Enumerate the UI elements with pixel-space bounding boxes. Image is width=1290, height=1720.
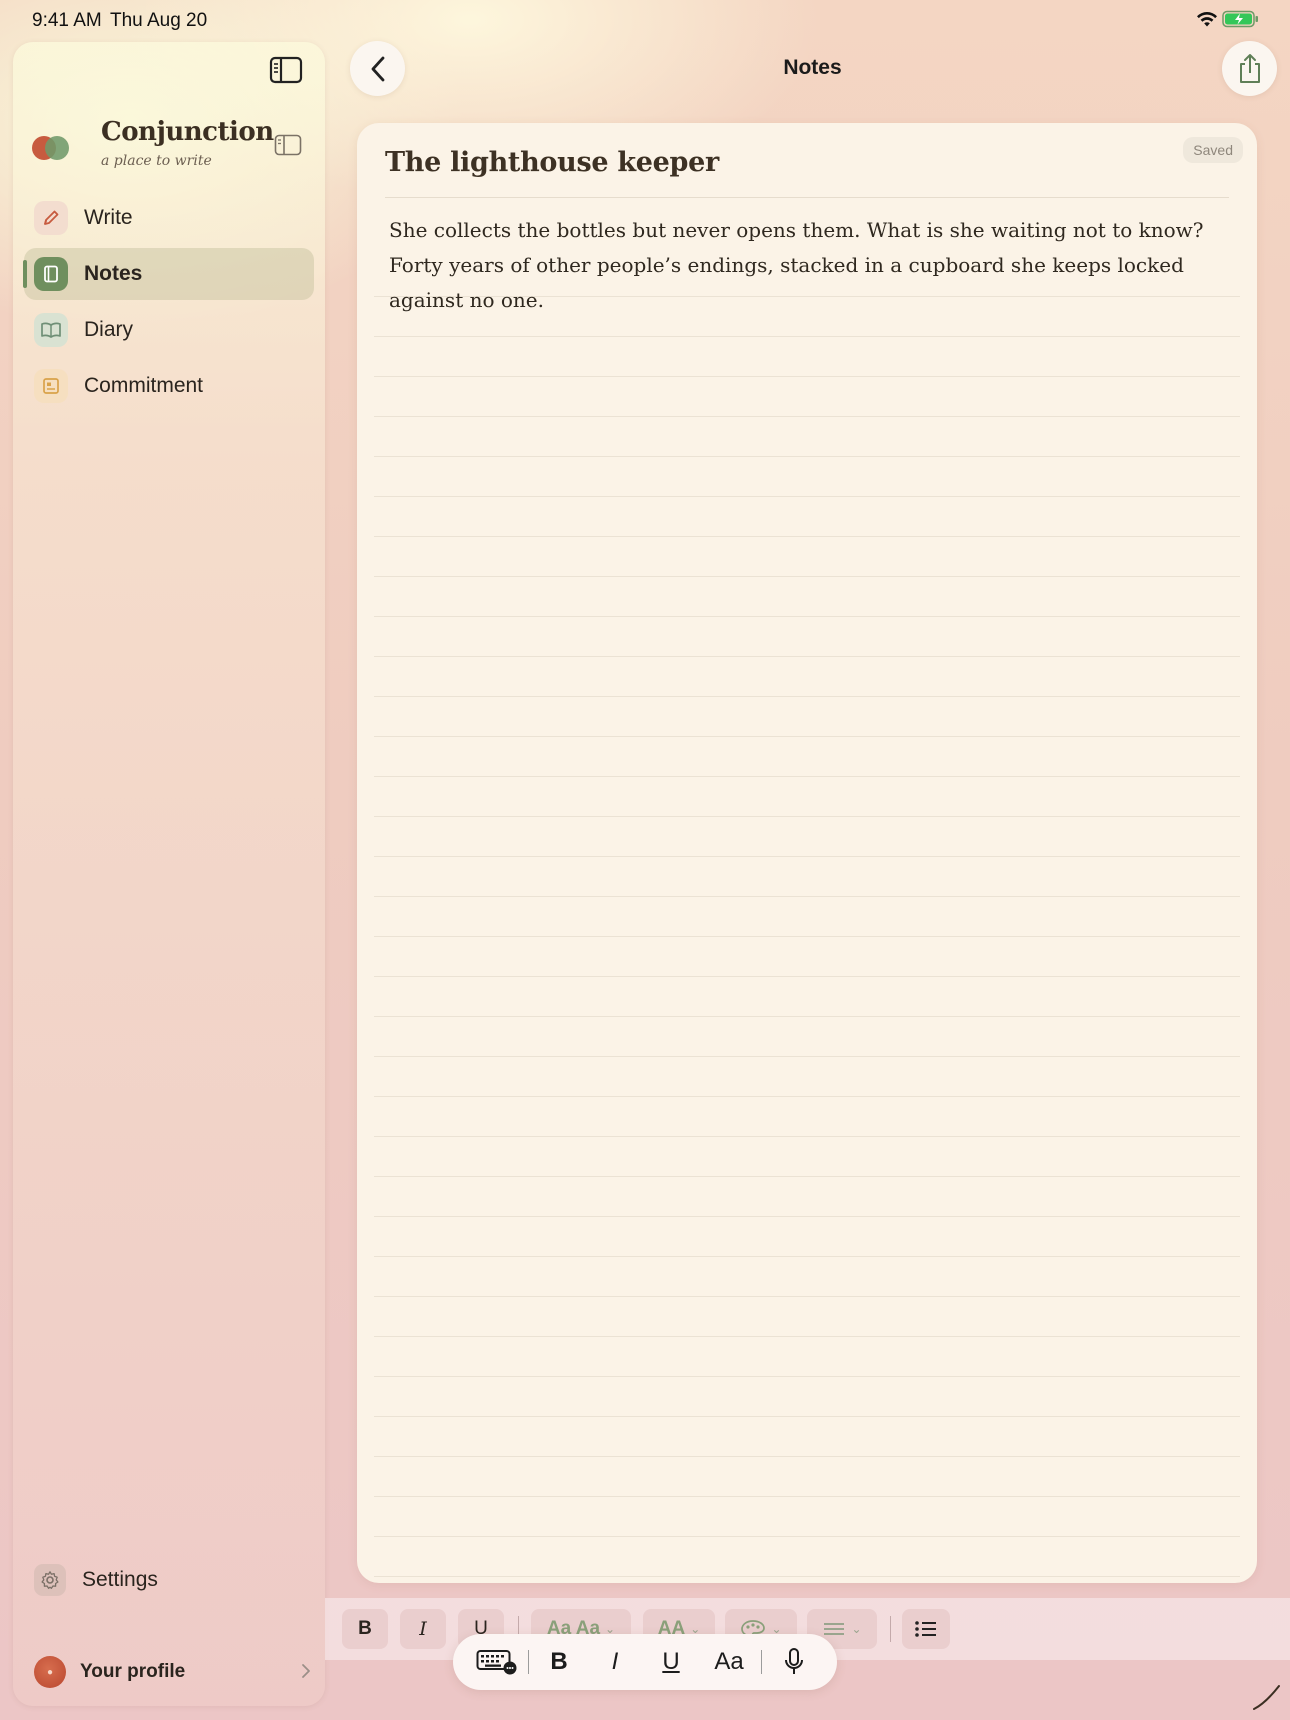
sidebar: Conjunction a place to write Write Notes… — [13, 42, 325, 1706]
chevron-left-icon — [371, 56, 384, 81]
italic-button[interactable]: I — [400, 1609, 446, 1649]
italic-shortcut-button[interactable]: I — [589, 1634, 641, 1690]
underline-shortcut-button[interactable]: U — [645, 1634, 697, 1690]
open-book-icon — [34, 313, 68, 347]
scribble-icon[interactable] — [1252, 1682, 1282, 1712]
brand-logo-icon — [32, 136, 69, 160]
sidebar-item-notes[interactable]: Notes — [23, 248, 314, 300]
bullet-list-icon — [915, 1621, 936, 1637]
brand: Conjunction a place to write — [31, 117, 311, 187]
sidebar-toggle-icon[interactable] — [269, 56, 303, 84]
keyboard-button[interactable] — [473, 1634, 521, 1690]
settings-button[interactable]: Settings — [34, 1560, 314, 1600]
toolbar-divider — [528, 1650, 529, 1674]
share-button[interactable] — [1222, 41, 1277, 96]
brand-tagline: a place to write — [101, 153, 212, 169]
sidebar-nav: Write Notes Diary Commitment — [23, 192, 314, 416]
note-title-input[interactable]: The lighthouse keeper — [385, 147, 719, 178]
text-style-shortcut-button[interactable]: Aa — [701, 1634, 757, 1690]
battery-charging-icon — [1222, 10, 1258, 28]
status-bar: 9:41 AM Thu Aug 20 — [0, 0, 1290, 40]
sidebar-item-label: Notes — [84, 262, 143, 285]
sidebar-item-label: Diary — [84, 318, 134, 341]
dictation-button[interactable] — [769, 1634, 819, 1690]
title-divider — [385, 197, 1229, 198]
back-button[interactable] — [350, 41, 405, 96]
status-time: 9:41 AM — [32, 10, 102, 31]
note-body-textarea[interactable]: She collects the bottles but never opens… — [389, 213, 1239, 318]
saved-status-badge: Saved — [1183, 137, 1243, 163]
profile-button[interactable]: ● Your profile — [34, 1651, 319, 1693]
share-icon — [1239, 53, 1260, 83]
microphone-icon — [785, 1648, 803, 1674]
sidebar-item-write[interactable]: Write — [24, 192, 314, 244]
sidebar-item-commitment[interactable]: Commitment — [24, 360, 314, 412]
pencil-icon — [34, 201, 68, 235]
status-date: Thu Aug 20 — [110, 10, 208, 31]
profile-label: Your profile — [80, 1661, 186, 1682]
chevron-right-icon — [302, 1664, 310, 1678]
sidebar-item-diary[interactable]: Diary — [24, 304, 314, 356]
settings-label: Settings — [82, 1568, 158, 1591]
toolbar-divider — [761, 1650, 762, 1674]
toolbar-divider — [890, 1616, 891, 1642]
keyboard-icon — [476, 1650, 517, 1675]
bold-shortcut-button[interactable]: B — [533, 1634, 585, 1690]
gear-icon — [34, 1564, 66, 1596]
align-icon — [824, 1623, 845, 1635]
note-editor: Saved The lighthouse keeper She collects… — [357, 123, 1257, 1583]
bullet-list-button[interactable] — [902, 1609, 950, 1649]
sidebar-item-label: Commitment — [84, 374, 204, 397]
chevron-down-icon: ⌄ — [851, 1622, 862, 1636]
wifi-icon — [1197, 11, 1217, 27]
brand-name: Conjunction — [101, 117, 274, 147]
page-title: Notes — [783, 56, 842, 79]
avatar: ● — [34, 1656, 66, 1688]
notebook-icon — [34, 257, 68, 291]
bold-button[interactable]: B — [342, 1609, 388, 1649]
sidebar-item-label: Write — [84, 206, 133, 229]
collapse-sidebar-icon[interactable] — [274, 134, 302, 156]
ruled-lines — [374, 257, 1240, 1577]
id-card-icon — [34, 369, 68, 403]
keyboard-shortcut-bar: B I U Aa — [453, 1634, 837, 1690]
